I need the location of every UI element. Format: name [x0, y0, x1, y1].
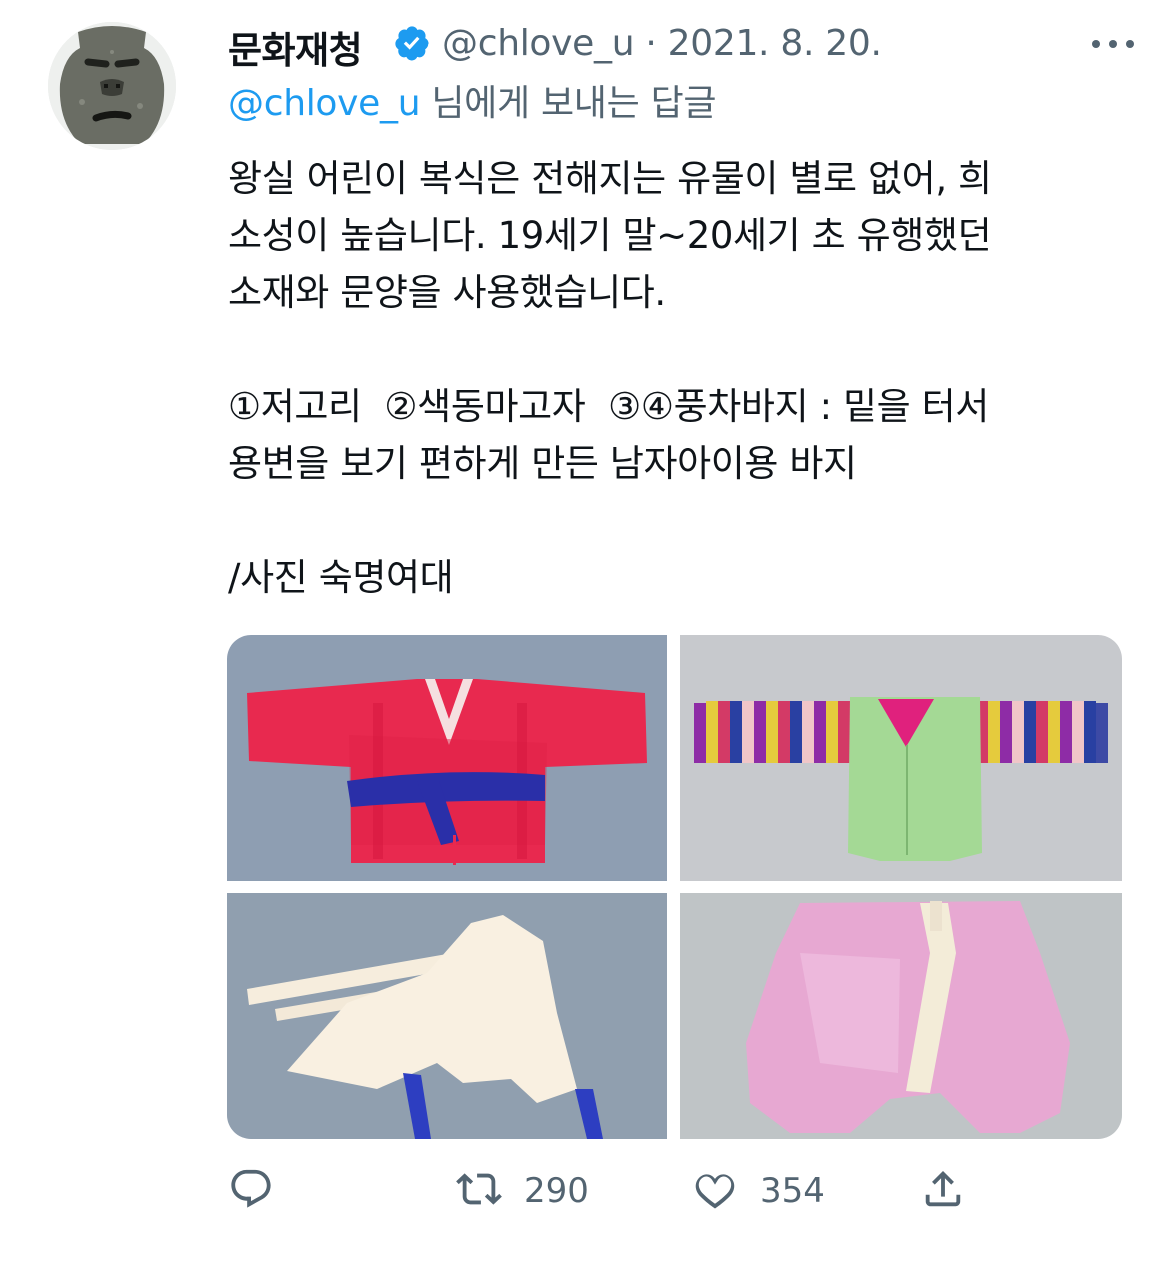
reply-icon: [228, 1166, 274, 1216]
tweet-text-line: /사진 숙명여대: [228, 556, 454, 599]
media-grid: [227, 635, 1122, 1139]
tweet-text-line: 소재와 문양을 사용했습니다.: [228, 271, 666, 314]
share-icon: [920, 1166, 966, 1216]
mask-avatar-image: [48, 22, 176, 150]
like-count: 354: [760, 1171, 825, 1211]
like-button[interactable]: 354: [692, 1160, 825, 1222]
share-button[interactable]: [920, 1160, 966, 1222]
tweet: 문화재청 @chlove_u · 2021. 8. 20. @chlove_u …: [0, 0, 1170, 1278]
heart-icon: [692, 1166, 738, 1216]
reply-suffix: 님에게 보내는 답글: [420, 83, 717, 124]
retweet-icon: [456, 1166, 502, 1216]
reply-button[interactable]: [228, 1160, 274, 1222]
tweet-actions: 290 354: [228, 1160, 1008, 1222]
tweet-text-line: 왕실 어린이 복식은 전해지는 유물이 별로 없어, 희: [228, 157, 992, 200]
tweet-text-line: 용변을 보기 편하게 만든 남자아이용 바지: [228, 442, 857, 485]
reply-to-handle-link[interactable]: @chlove_u: [228, 83, 421, 124]
photo-pungcha-baji-white[interactable]: [227, 893, 667, 1139]
handle-and-date[interactable]: @chlove_u · 2021. 8. 20.: [442, 23, 882, 64]
tweet-text-line: ①저고리 ②색동마고자 ③④풍차바지 : 밑을 터서: [228, 385, 989, 428]
photo-pungcha-baji-pink[interactable]: [680, 893, 1122, 1139]
display-name[interactable]: 문화재청: [228, 20, 363, 74]
photo-jeogori[interactable]: [227, 635, 667, 881]
retweet-button[interactable]: 290: [456, 1160, 589, 1222]
more-options-icon[interactable]: [1090, 36, 1136, 50]
tweet-header: 문화재청 @chlove_u · 2021. 8. 20.: [228, 14, 1140, 72]
retweet-count: 290: [524, 1171, 589, 1211]
replying-to: @chlove_u 님에게 보내는 답글: [228, 74, 717, 126]
tweet-text-line: 소성이 높습니다. 19세기 말~20세기 초 유행했던: [228, 214, 992, 257]
tweet-text: 왕실 어린이 복식은 전해지는 유물이 별로 없어, 희 소성이 높습니다. 1…: [228, 150, 1128, 606]
photo-saekdong-magoja[interactable]: [680, 635, 1122, 881]
verified-badge-icon: [393, 24, 431, 62]
avatar[interactable]: [48, 22, 176, 150]
